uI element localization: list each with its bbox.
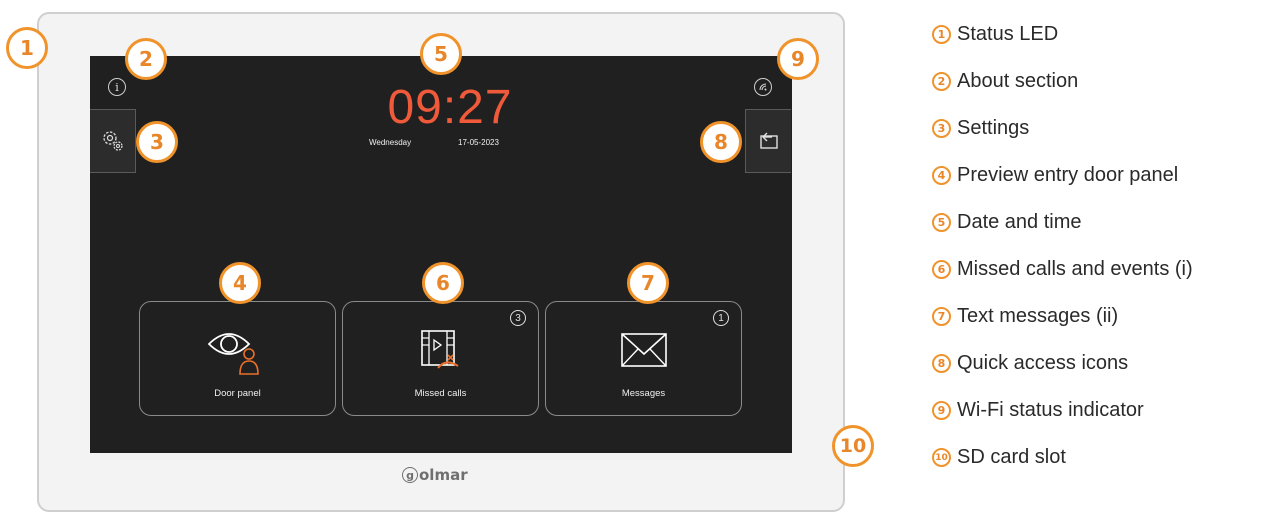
legend-item: 7 Text messages (ii): [932, 305, 1118, 328]
legend-item: 6 Missed calls and events (i): [932, 258, 1193, 281]
callout-6: 6: [422, 262, 464, 304]
missed-calls-icon-wrap: [343, 322, 538, 377]
legend-number: 9: [932, 401, 951, 420]
legend-label: Text messages (ii): [957, 305, 1119, 327]
legend-number: 1: [932, 25, 951, 44]
clock-date: 17-05-2023: [458, 138, 499, 147]
legend-item: 8 Quick access icons: [932, 352, 1128, 375]
legend-label: Missed calls and events (i): [957, 258, 1193, 280]
legend-label: Preview entry door panel: [957, 164, 1179, 186]
back-arrow-icon: [759, 132, 778, 149]
legend-item: 4 Preview entry door panel: [932, 164, 1178, 187]
legend-label: Wi-Fi status indicator: [957, 399, 1144, 421]
legend-number: 8: [932, 354, 951, 373]
eye-person-icon: [207, 332, 259, 375]
legend-number: 10: [932, 448, 951, 467]
info-icon-glyph: i: [115, 80, 119, 94]
callout-1: 1: [6, 27, 48, 69]
missed-calls-tile[interactable]: 3 Missed calls: [342, 301, 539, 416]
settings-button[interactable]: [90, 109, 136, 173]
messages-icon-wrap: [546, 322, 741, 377]
legend-number: 7: [932, 307, 951, 326]
brand-logo-initial: g: [402, 467, 418, 483]
quick-access-button[interactable]: [745, 109, 791, 173]
legend-number: 4: [932, 166, 951, 185]
wifi-icon: [754, 78, 772, 96]
legend-label: Date and time: [957, 211, 1082, 233]
legend-label: Status LED: [957, 23, 1059, 45]
callout-3: 3: [136, 121, 178, 163]
legend-item: 5 Date and time: [932, 211, 1082, 234]
video-missed-call-icon: [420, 329, 459, 369]
gear-icon: [102, 131, 123, 151]
callout-7: 7: [627, 262, 669, 304]
legend-label: Quick access icons: [957, 352, 1129, 374]
legend-number: 6: [932, 260, 951, 279]
brand-logo: g olmar: [402, 466, 468, 484]
clock-time: 09:27: [387, 81, 513, 134]
clock-weekday: Wednesday: [369, 138, 412, 147]
tile-label: Missed calls: [414, 388, 467, 399]
messages-tile[interactable]: 1 Messages: [545, 301, 742, 416]
legend-item: 3 Settings: [932, 117, 1029, 140]
door-panel-icon-wrap: [140, 322, 335, 377]
tile-label: Door panel: [214, 388, 261, 399]
callout-9: 9: [777, 38, 819, 80]
legend-number: 2: [932, 72, 951, 91]
brand-logo-text: olmar: [419, 466, 468, 484]
legend-number: 3: [932, 119, 951, 138]
envelope-icon: [620, 332, 667, 367]
wifi-glyph-icon: [759, 83, 767, 91]
callout-8: 8: [700, 121, 742, 163]
legend-item: 10 SD card slot: [932, 446, 1066, 469]
legend-label: About section: [957, 70, 1079, 92]
info-icon[interactable]: i: [108, 78, 126, 96]
tile-label: Messages: [621, 388, 666, 399]
legend-item: 2 About section: [932, 70, 1078, 93]
door-panel-tile[interactable]: Door panel: [139, 301, 336, 416]
legend-number: 5: [932, 213, 951, 232]
callout-10: 10: [832, 425, 874, 467]
callout-4: 4: [219, 262, 261, 304]
legend-item: 1 Status LED: [932, 23, 1058, 46]
legend-label: SD card slot: [957, 446, 1066, 468]
callout-5: 5: [420, 33, 462, 75]
callout-2: 2: [125, 38, 167, 80]
legend-label: Settings: [957, 117, 1030, 139]
legend-item: 9 Wi-Fi status indicator: [932, 399, 1144, 422]
